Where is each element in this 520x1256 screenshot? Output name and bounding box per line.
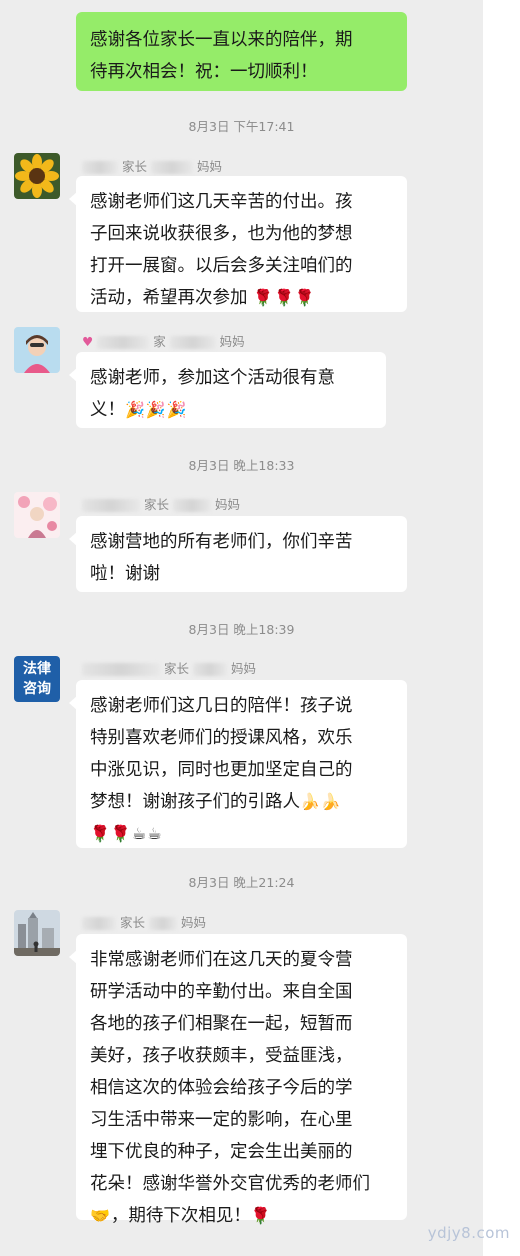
message-line: 待再次相会！祝：一切顺利！: [90, 62, 318, 82]
message-line: 花朵！感谢华誉外交官优秀的老师们: [90, 1174, 370, 1194]
message-line: 各地的孩子们相聚在一起，短暂而: [90, 1014, 353, 1034]
chat-area: 感谢各位家长一直以来的陪伴，期 待再次相会！祝：一切顺利！ 8月3日 下午17:…: [0, 0, 483, 1256]
party-emojis: 🎉🎉🎉: [125, 400, 188, 419]
message-line: 感谢老师，参加这个活动很有意: [90, 368, 335, 388]
message-line: 感谢老师们这几日的陪伴！孩子说: [90, 696, 353, 716]
timestamp: 8月3日 晚上18:39: [188, 622, 295, 637]
message-bubble[interactable]: 非常感谢老师们在这几天的夏令营 研学活动中的辛勤付出。来自全国 各地的孩子们相聚…: [69, 934, 407, 1226]
message-bubble[interactable]: 感谢老师们这几天辛苦的付出。孩 子回来说收获很多，也为他的梦想 打开一展窗。以后…: [69, 176, 407, 312]
legal-consult-avatar[interactable]: 法律 咨询: [14, 656, 60, 702]
rose-emojis: 🌹🌹🌹: [253, 288, 316, 307]
message-bubble[interactable]: 感谢营地的所有老师们，你们辛苦 啦！谢谢: [69, 516, 407, 592]
handshake-emoji: 🤝: [90, 1206, 111, 1225]
sender-name: 家长 妈妈: [82, 494, 240, 513]
timestamp: 8月3日 下午17:41: [188, 119, 295, 134]
message-line: 非常感谢老师们在这几天的夏令营: [90, 950, 353, 970]
message-line: 感谢各位家长一直以来的陪伴，期: [90, 30, 353, 50]
message-line: 梦想！谢谢孩子们的引路人🍌🍌: [90, 792, 342, 812]
rose-emoji: 🌹: [250, 1206, 272, 1225]
banana-emojis: 🍌🍌: [300, 792, 342, 811]
message-line: 活动，希望再次参加 🌹🌹🌹: [90, 288, 316, 308]
message-line: 相信这次的体验会给孩子今后的学: [90, 1078, 353, 1098]
message-line: 啦！谢谢: [90, 564, 160, 584]
sender-name: 家长 妈妈: [82, 156, 222, 175]
message-line: 埋下优良的种子，定会生出美丽的: [90, 1142, 353, 1162]
message-line: 义！🎉🎉🎉: [90, 400, 188, 420]
sender-name: 家长 妈妈: [82, 658, 256, 677]
sunflower-avatar[interactable]: [14, 153, 60, 199]
message-bubble[interactable]: 感谢老师们这几日的陪伴！孩子说 特别喜欢老师们的授课风格，欢乐 中涨见识，同时也…: [69, 680, 407, 848]
message-line: 打开一展窗。以后会多关注咱们的: [90, 256, 353, 276]
city-avatar[interactable]: [14, 910, 60, 956]
message-line: 感谢老师们这几天辛苦的付出。孩: [90, 192, 353, 212]
sender-name: ♥ 家 妈妈: [82, 334, 245, 349]
message-line: 子回来说收获很多，也为他的梦想: [90, 224, 353, 244]
message-line: 感谢营地的所有老师们，你们辛苦: [90, 532, 353, 552]
message-bubble[interactable]: 感谢老师，参加这个活动很有意 义！🎉🎉🎉: [69, 352, 386, 428]
message-line: 🤝，期待下次相见！🌹: [90, 1206, 272, 1226]
timestamp: 8月3日 晚上21:24: [188, 875, 295, 890]
message-line: 研学活动中的辛勤付出。来自全国: [90, 982, 353, 1002]
self-message-bubble[interactable]: 感谢各位家长一直以来的陪伴，期 待再次相会！祝：一切顺利！: [76, 12, 407, 91]
message-line: 特别喜欢老师们的授课风格，欢乐: [90, 728, 353, 748]
timestamp: 8月3日 晚上18:33: [188, 458, 295, 473]
rose-coffee-emojis: 🌹🌹☕☕: [90, 824, 163, 843]
message-line: 美好，孩子收获颇丰，受益匪浅，: [90, 1046, 353, 1066]
sender-name: 家长 妈妈: [82, 912, 206, 931]
flower-girl-avatar[interactable]: [14, 492, 60, 538]
watermark: ydjy8.com: [427, 1224, 510, 1242]
message-line: 习生活中带来一定的影响，在心里: [90, 1110, 353, 1130]
girl-avatar[interactable]: [14, 327, 60, 373]
message-line: 中涨见识，同时也更加坚定自己的: [90, 760, 353, 780]
page-margin: [483, 0, 520, 1256]
heart-icon: ♥: [82, 334, 94, 349]
